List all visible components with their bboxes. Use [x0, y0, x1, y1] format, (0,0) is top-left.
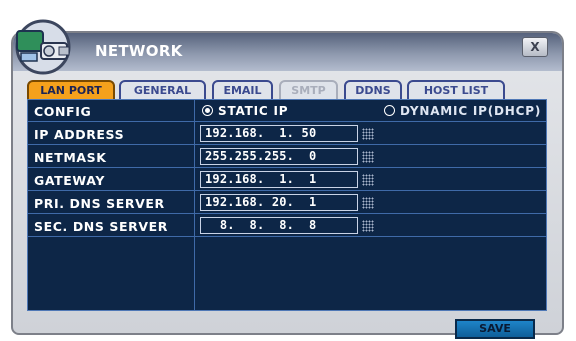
lan-settings-panel: CONFIG STATIC IP DYNAMIC IP(DHCP) IP ADD… — [27, 99, 547, 311]
ip-address-label: IP ADDRESS — [34, 127, 125, 142]
secondary-dns-label: SEC. DNS SERVER — [34, 219, 169, 234]
netmask-field[interactable]: 255.255.255. 0 — [200, 148, 358, 165]
row-divider — [28, 167, 546, 168]
window-title: NETWORK — [95, 42, 183, 60]
config-label: CONFIG — [34, 104, 92, 119]
radio-selected-icon — [202, 105, 213, 116]
dynamic-ip-label: DYNAMIC IP(DHCP) — [400, 104, 542, 118]
gateway-field[interactable]: 192.168. 1. 1 — [200, 171, 358, 188]
gateway-label: GATEWAY — [34, 173, 105, 188]
dynamic-ip-radio[interactable]: DYNAMIC IP(DHCP) — [384, 104, 541, 118]
virtual-keyboard-icon[interactable] — [362, 220, 374, 232]
secondary-dns-field[interactable]: 8. 8. 8. 8 — [200, 217, 358, 234]
tab-ddns[interactable]: DDNS — [344, 80, 402, 101]
static-ip-label: STATIC IP — [218, 104, 289, 118]
tab-general[interactable]: GENERAL — [119, 80, 206, 101]
radio-unselected-icon — [384, 105, 395, 116]
row-divider — [28, 190, 546, 191]
tab-email[interactable]: EMAIL — [212, 80, 273, 101]
virtual-keyboard-icon[interactable] — [362, 197, 374, 209]
virtual-keyboard-icon[interactable] — [362, 128, 374, 140]
tab-host-list[interactable]: HOST LIST — [407, 80, 505, 101]
row-divider — [28, 236, 546, 237]
primary-dns-field[interactable]: 192.168. 20. 1 — [200, 194, 358, 211]
row-divider — [28, 144, 546, 145]
title-bar: NETWORK X — [13, 33, 562, 71]
tab-smtp: SMTP — [279, 80, 338, 101]
column-divider — [194, 100, 195, 310]
virtual-keyboard-icon[interactable] — [362, 151, 374, 163]
network-cameras-logo — [15, 19, 71, 75]
network-dialog: NETWORK X LAN PORT GENERAL EMAIL SMTP DD… — [11, 19, 564, 339]
static-ip-radio[interactable]: STATIC IP — [202, 104, 288, 118]
row-divider — [28, 121, 546, 122]
netmask-label: NETMASK — [34, 150, 107, 165]
primary-dns-label: PRI. DNS SERVER — [34, 196, 165, 211]
tab-lan-port[interactable]: LAN PORT — [27, 80, 115, 101]
save-button[interactable]: SAVE — [455, 319, 535, 339]
virtual-keyboard-icon[interactable] — [362, 174, 374, 186]
ip-address-field[interactable]: 192.168. 1. 50 — [200, 125, 358, 142]
row-divider — [28, 213, 546, 214]
close-button[interactable]: X — [522, 37, 548, 57]
